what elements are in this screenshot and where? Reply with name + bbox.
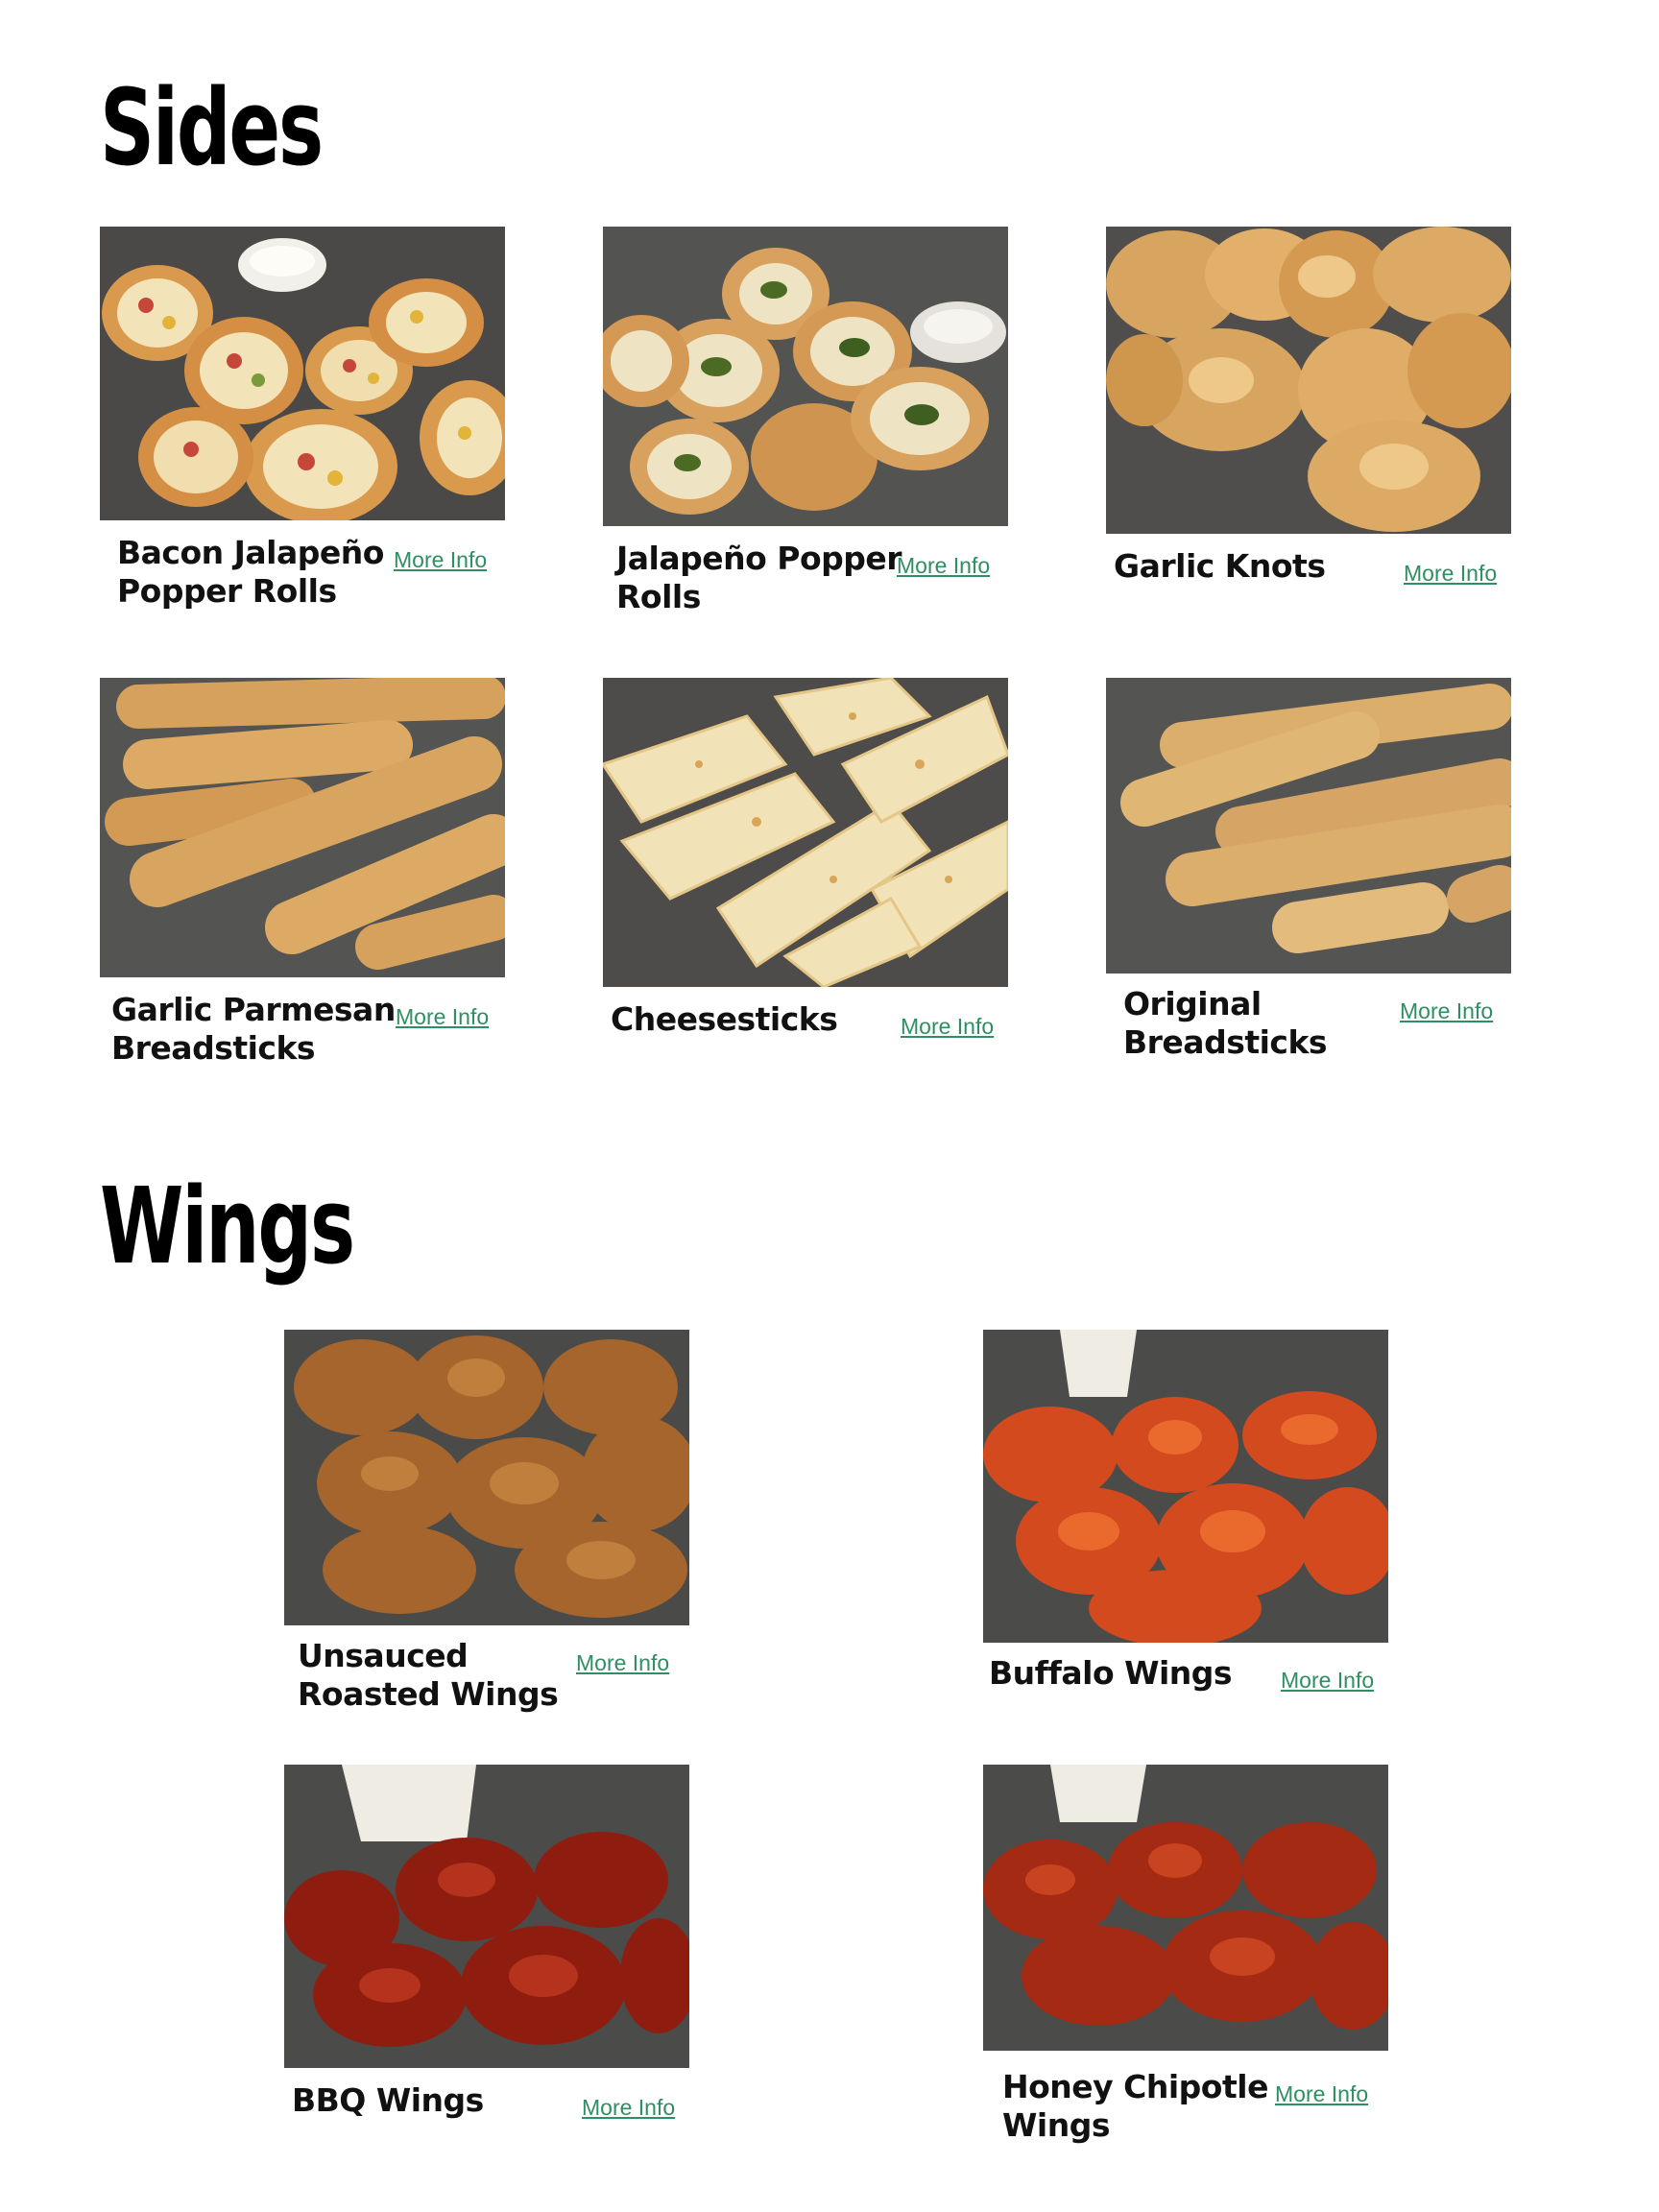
- more-info-link[interactable]: More Info: [582, 2095, 675, 2121]
- more-info-link[interactable]: More Info: [901, 1014, 994, 1040]
- item-name: BBQ Wings: [292, 2081, 484, 2119]
- garlic-knots-photo[interactable]: [1106, 227, 1511, 534]
- item-name: Cheesesticks: [611, 1000, 838, 1038]
- cheesesticks-photo[interactable]: [603, 678, 1008, 987]
- unsauced-roasted-wings-photo[interactable]: [284, 1330, 689, 1625]
- bacon-jalapeno-popper-rolls-photo[interactable]: [100, 227, 505, 520]
- more-info-link[interactable]: More Info: [1275, 2081, 1368, 2107]
- more-info-link[interactable]: More Info: [1400, 998, 1493, 1024]
- item-name: Buffalo Wings: [989, 1654, 1233, 1692]
- item-name: Garlic Knots: [1114, 547, 1326, 585]
- more-info-link[interactable]: More Info: [576, 1650, 669, 1676]
- more-info-link[interactable]: More Info: [394, 547, 487, 573]
- honey-chipotle-wings-photo[interactable]: [983, 1765, 1388, 2051]
- item-name: Unsauced Roasted Wings: [298, 1637, 559, 1713]
- wings-heading: Wings: [100, 1165, 355, 1287]
- more-info-link[interactable]: More Info: [396, 1004, 489, 1030]
- more-info-link[interactable]: More Info: [1281, 1668, 1374, 1694]
- item-name: Garlic Parmesan Breadsticks: [111, 991, 396, 1067]
- jalapeno-popper-rolls-photo[interactable]: [603, 227, 1008, 526]
- more-info-link[interactable]: More Info: [1404, 561, 1497, 587]
- original-breadsticks-photo[interactable]: [1106, 678, 1511, 974]
- item-name: Original Breadsticks: [1123, 985, 1328, 1061]
- item-name: Bacon Jalapeño Popper Rolls: [117, 534, 384, 610]
- item-name: Jalapeño Popper Rolls: [616, 540, 902, 615]
- item-name: Honey Chipotle Wings: [1002, 2068, 1268, 2144]
- buffalo-wings-photo[interactable]: [983, 1330, 1388, 1643]
- bbq-wings-photo[interactable]: [284, 1765, 689, 2068]
- more-info-link[interactable]: More Info: [897, 553, 990, 579]
- sides-heading: Sides: [100, 66, 324, 189]
- garlic-parmesan-breadsticks-photo[interactable]: [100, 678, 505, 977]
